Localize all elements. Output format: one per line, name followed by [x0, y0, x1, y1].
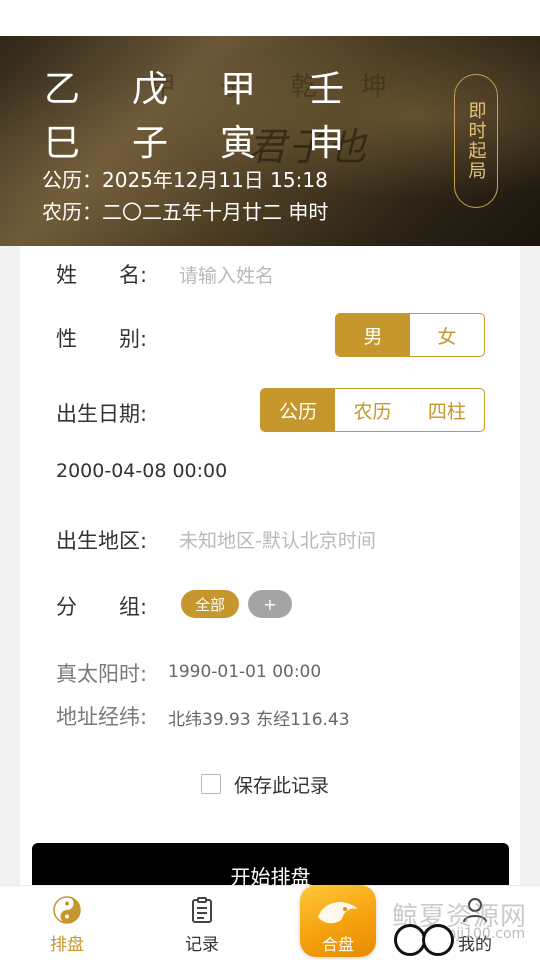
group-label: 分 组: — [56, 595, 148, 619]
header-banner: 甲 子 乾 坤 君子也 乙戊甲壬 巳子寅申 公历：2025年12月11日 15:… — [0, 36, 540, 246]
calendar-type-toggle: 公历 农历 四柱 — [260, 388, 485, 432]
save-record-label[interactable]: 保存此记录 — [234, 771, 329, 798]
bazi-branch-hour: 申 — [308, 123, 345, 164]
region-input[interactable]: 未知地区-默认北京时间 — [179, 526, 376, 553]
lunar-date: 农历：二〇二五年十月廿二 申时 — [42, 200, 329, 224]
gender-label: 性 别: — [56, 327, 148, 351]
bazi-stem-year: 乙 — [44, 69, 81, 110]
watermark-logo-right — [422, 924, 454, 956]
bazi-heavenly-stems: 乙戊甲壬 — [44, 60, 396, 112]
tab-records-label: 记录 — [185, 935, 219, 955]
true-solar-time-value: 1990-01-01 00:00 — [168, 662, 322, 682]
merge-icon — [318, 902, 358, 924]
form-card: 姓 名: 请输入姓名 性 别: 男 女 出生日期: 公历 农历 四柱 2000-… — [20, 246, 520, 886]
gender-female-option[interactable]: 女 — [410, 314, 484, 356]
calendar-four-pillars-option[interactable]: 四柱 — [410, 389, 484, 431]
region-label: 出生地区: — [56, 529, 148, 553]
group-add-button[interactable]: + — [248, 590, 292, 618]
true-solar-time-label: 真太阳时: — [56, 662, 148, 686]
birth-date-value[interactable]: 2000-04-08 00:00 — [56, 460, 227, 482]
calendar-lunar-option[interactable]: 农历 — [335, 389, 409, 431]
bazi-branch-year: 巳 — [44, 123, 81, 164]
yin-yang-icon — [53, 896, 81, 924]
name-input[interactable]: 请输入姓名 — [179, 261, 274, 288]
solar-date: 公历：2025年12月11日 15:18 — [42, 168, 328, 192]
group-chip-all[interactable]: 全部 — [181, 590, 239, 618]
tab-merge[interactable]: 合盘 — [300, 885, 376, 957]
calendar-solar-option[interactable]: 公历 — [261, 389, 336, 431]
name-label: 姓 名: — [56, 263, 148, 287]
bazi-stem-hour: 壬 — [308, 69, 345, 110]
tab-paipan-label: 排盘 — [50, 935, 84, 955]
bazi-stem-month: 戊 — [132, 69, 169, 110]
tab-records[interactable]: 记录 — [147, 886, 257, 960]
bazi-earthly-branches: 巳子寅申 — [44, 114, 396, 166]
clipboard-icon — [192, 897, 212, 923]
tab-merge-label: 合盘 — [321, 935, 354, 954]
coordinates-value: 北纬39.93 东经116.43 — [168, 710, 350, 730]
coordinates-label: 地址经纬: — [56, 705, 148, 729]
birth-date-label: 出生日期: — [56, 402, 148, 426]
gender-male-option[interactable]: 男 — [336, 314, 410, 356]
save-record-checkbox[interactable] — [201, 774, 221, 794]
status-bar — [0, 0, 540, 36]
bazi-branch-month: 子 — [132, 123, 169, 164]
tab-paipan[interactable]: 排盘 — [12, 886, 122, 960]
bazi-branch-day: 寅 — [220, 123, 257, 164]
bazi-stem-day: 甲 — [220, 69, 257, 110]
instant-start-button[interactable]: 即时起局 — [454, 74, 498, 208]
gender-toggle: 男 女 — [335, 313, 485, 357]
